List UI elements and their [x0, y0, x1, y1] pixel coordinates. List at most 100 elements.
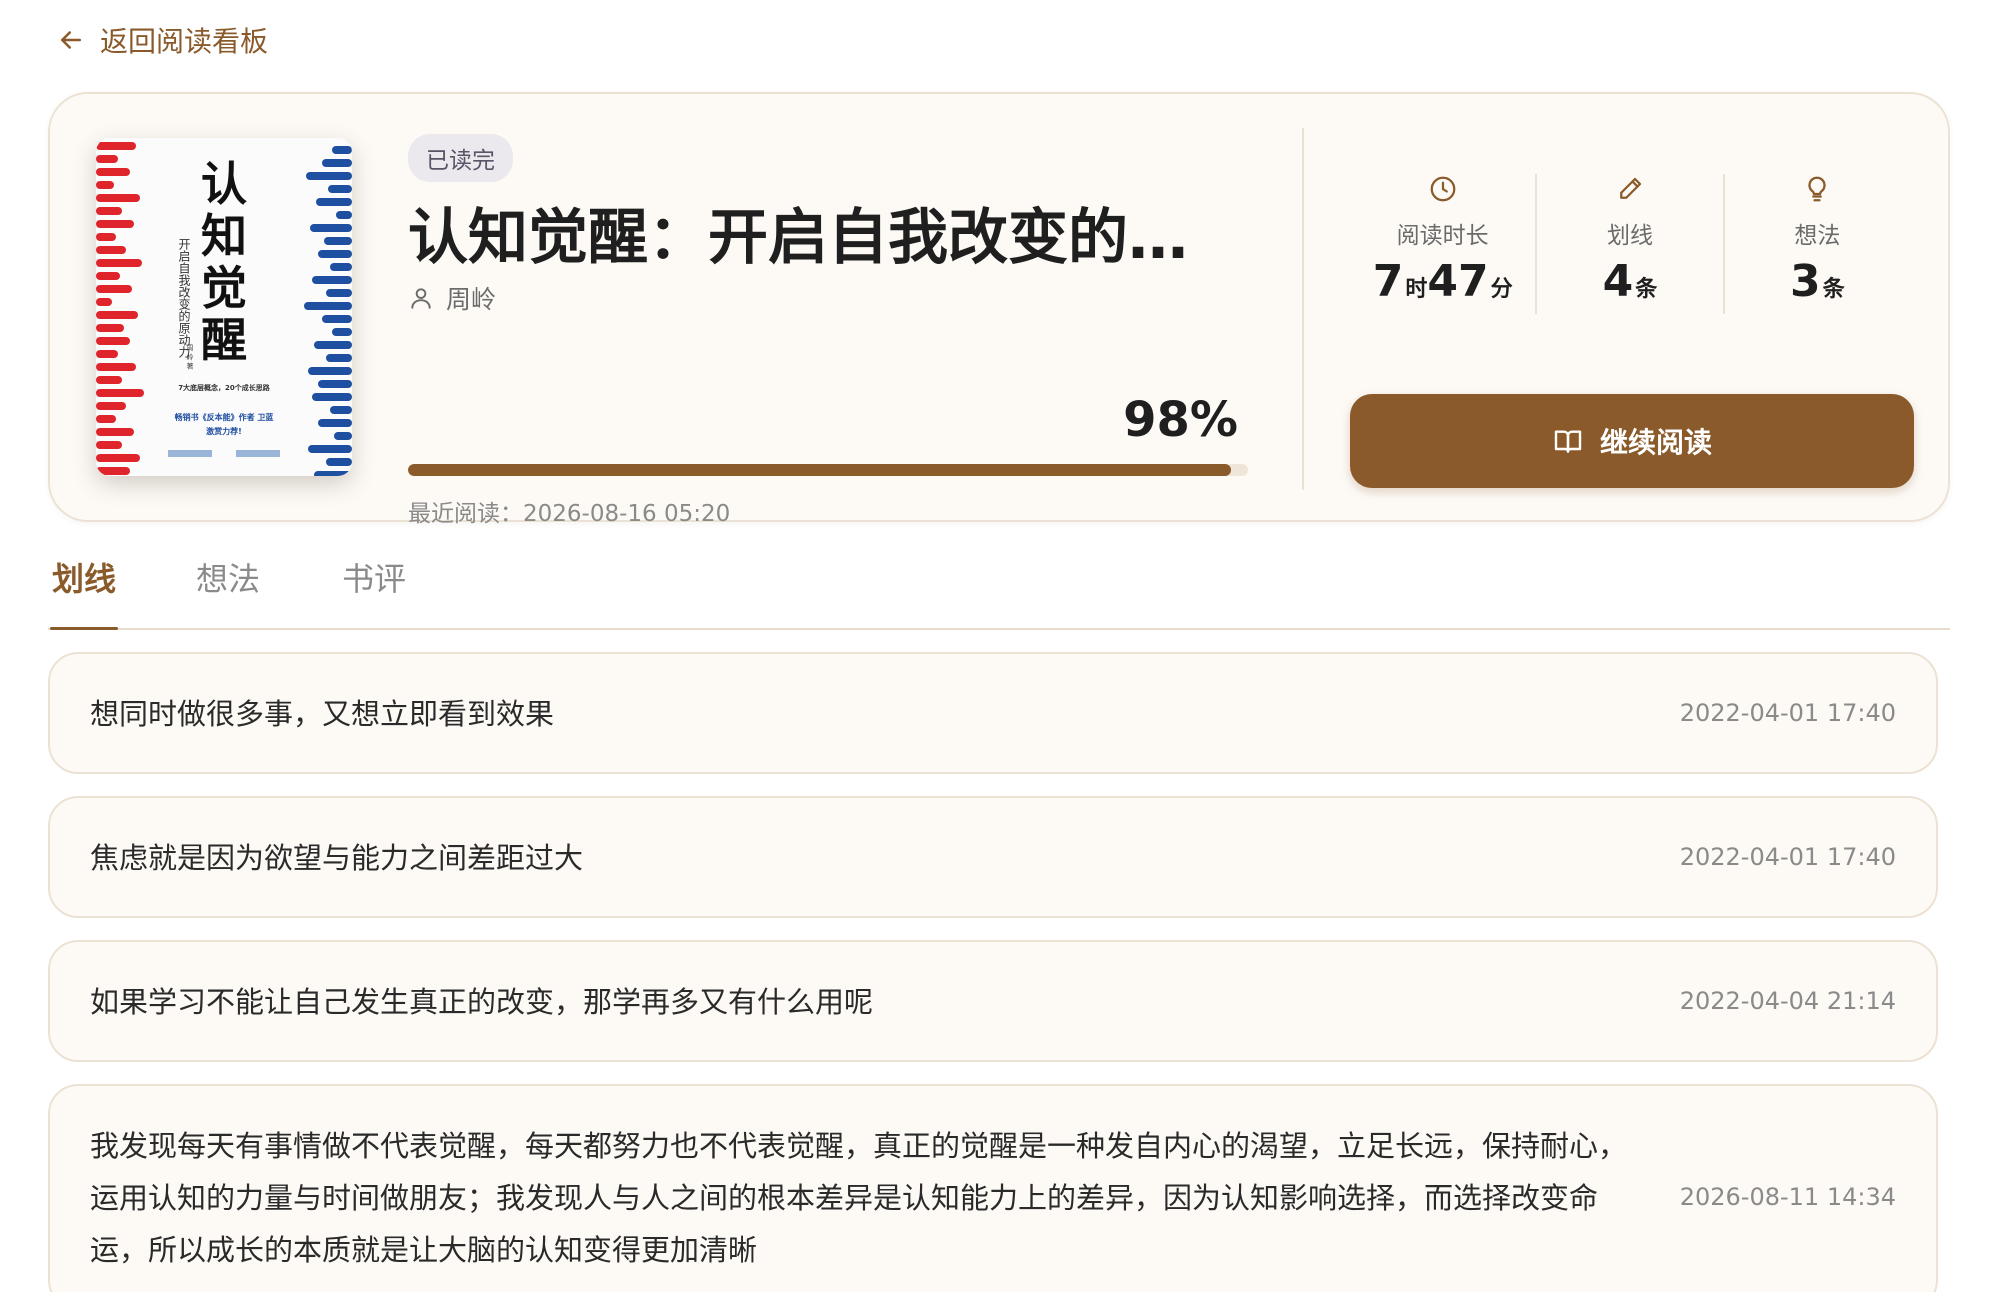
stat-count: 3	[1790, 256, 1821, 307]
hero-divider	[1302, 128, 1304, 490]
cover-stripe	[318, 419, 352, 427]
stat-highlights: 划线 4条	[1537, 174, 1725, 314]
cover-stripe	[322, 315, 352, 323]
stat-hours: 7	[1372, 256, 1404, 307]
open-book-icon	[1554, 430, 1582, 453]
cover-title-char: 知	[201, 209, 247, 263]
stat-label: 想法	[1794, 223, 1841, 249]
stat-minutes-unit: 分	[1490, 277, 1513, 302]
cover-stripe	[332, 328, 352, 336]
cover-stripe	[96, 454, 140, 462]
cover-stripe	[96, 220, 134, 228]
cover-stripe	[96, 350, 118, 358]
cover-stripe	[96, 142, 136, 150]
stat-label: 划线	[1606, 223, 1653, 249]
stat-unit: 条	[1635, 277, 1658, 302]
cover-stripe	[96, 246, 126, 254]
cover-stripe	[96, 181, 114, 189]
highlight-date: 2026-08-11 14:34	[1679, 1183, 1896, 1211]
cover-stripe	[96, 207, 122, 215]
cover-stripe	[96, 324, 124, 332]
cover-stripe	[324, 237, 352, 245]
cover-stripe	[96, 363, 136, 371]
book-author: 周岭	[408, 280, 1248, 316]
lightbulb-icon	[1808, 176, 1826, 202]
content-tabs: 划线 想法 书评	[48, 530, 1950, 630]
cover-stripe	[318, 250, 352, 258]
cover-publisher-logo	[168, 450, 212, 457]
highlight-date: 2022-04-01 17:40	[1679, 699, 1896, 727]
cover-stripe	[308, 367, 352, 375]
clock-icon	[1430, 176, 1456, 202]
cover-stripe	[334, 432, 352, 440]
cover-stripe	[308, 445, 352, 453]
progress-bar-fill	[408, 464, 1232, 476]
continue-reading-button[interactable]: 继续阅读	[1350, 394, 1914, 488]
stat-hours-unit: 时	[1405, 277, 1428, 302]
cover-promo-line1: 畅销书《反本能》作者 卫蓝	[175, 412, 274, 422]
book-title: 认知觉醒：开启自我改变的原动力	[408, 203, 1238, 273]
highlight-item[interactable]: 焦虑就是因为欲望与能力之间差距过大 2022-04-01 17:40	[48, 796, 1938, 918]
cover-stripe	[322, 159, 352, 167]
book-cover[interactable]: 认知觉醒 开启自我改变的原动力 周 岭 著 7大底层概念，20个成长思路 畅销书…	[96, 138, 352, 476]
cover-stripe	[96, 402, 126, 410]
cover-stripe	[96, 337, 130, 345]
cover-stripe	[332, 146, 352, 154]
cover-stripe	[96, 298, 112, 306]
stat-reading-time: 阅读时长 7时47分	[1350, 174, 1538, 314]
cover-stripe	[326, 289, 352, 297]
cover-stripe	[96, 389, 144, 397]
back-to-dashboard-link[interactable]: 返回阅读看板	[56, 20, 268, 60]
highlight-text: 想同时做很多事，又想立即看到效果	[90, 697, 555, 731]
cover-publisher-logo-2	[236, 450, 280, 457]
tab-highlights[interactable]: 划线	[49, 552, 119, 630]
cover-stripe	[96, 233, 116, 241]
highlight-item[interactable]: 如果学习不能让自己发生真正的改变，那学再多又有什么用呢 2022-04-04 2…	[48, 940, 1938, 1062]
cover-stripe	[96, 155, 118, 163]
highlight-text: 焦虑就是因为欲望与能力之间差距过大	[90, 841, 584, 875]
stat-thoughts: 想法 3条	[1725, 174, 1910, 314]
cover-stripe	[96, 168, 130, 176]
cover-title-text: 认知觉醒	[201, 157, 247, 367]
last-read-time: 2026-08-16 05:20	[523, 501, 731, 527]
cover-stripe	[330, 406, 352, 414]
author-name: 周岭	[446, 285, 497, 314]
user-icon	[411, 288, 431, 309]
cover-stripe	[96, 467, 130, 475]
cover-title-char: 认	[201, 157, 247, 211]
highlights-list: 想同时做很多事，又想立即看到效果 2022-04-01 17:40 焦虑就是因为…	[48, 652, 1938, 1292]
cover-stripe	[326, 458, 352, 466]
cover-stripe	[96, 415, 116, 423]
highlight-date: 2022-04-01 17:40	[1679, 843, 1896, 871]
stat-minutes: 47	[1427, 256, 1489, 307]
book-detail-page: 返回阅读看板 认知觉醒 开启自我改变的原动力 周 岭 著 7大底层概念，20个成…	[0, 0, 1996, 1292]
tab-thoughts[interactable]: 想法	[196, 552, 260, 628]
cover-stripe	[312, 393, 352, 401]
reading-status-badge: 已读完	[408, 134, 513, 182]
cover-stripe	[96, 428, 134, 436]
stat-value: 3条	[1790, 258, 1845, 314]
last-read-label: 最近阅读：	[408, 501, 523, 527]
tab-reviews[interactable]: 书评	[342, 552, 406, 628]
book-cover-art: 认知觉醒 开启自我改变的原动力 周 岭 著 7大底层概念，20个成长思路 畅销书…	[96, 138, 352, 476]
book-info: 已读完 认知觉醒：开启自我改变的原动力 周岭 98% 最近阅读：2026-08-…	[408, 134, 1248, 527]
highlight-text: 我发现每天有事情做不代表觉醒，每天都努力也不代表觉醒，真正的觉醒是一种发自内心的…	[90, 1129, 1628, 1267]
cover-stripe	[96, 285, 132, 293]
cover-tagline: 7大底层概念，20个成长思路	[178, 383, 271, 392]
cover-stripe	[314, 471, 352, 476]
highlight-item[interactable]: 想同时做很多事，又想立即看到效果 2022-04-01 17:40	[48, 652, 1938, 774]
cover-stripe	[336, 211, 352, 219]
cover-stripe	[310, 224, 352, 232]
cover-stripe	[304, 302, 352, 310]
book-summary-card: 认知觉醒 开启自我改变的原动力 周 岭 著 7大底层概念，20个成长思路 畅销书…	[48, 92, 1950, 527]
cover-stripe	[314, 341, 352, 349]
progress-bar	[408, 464, 1248, 476]
highlight-item[interactable]: 我发现每天有事情做不代表觉醒，每天都努力也不代表觉醒，真正的觉醒是一种发自内心的…	[48, 1084, 1938, 1292]
cover-stripe	[96, 272, 120, 280]
highlight-text: 如果学习不能让自己发生真正的改变，那学再多又有什么用呢	[90, 985, 874, 1019]
cover-stripe	[96, 259, 142, 267]
stat-value: 7时47分	[1373, 258, 1513, 314]
cover-stripe	[306, 172, 352, 180]
cover-subtitle: 开启自我改变的原动力	[177, 238, 191, 359]
cover-stripe	[328, 185, 352, 193]
